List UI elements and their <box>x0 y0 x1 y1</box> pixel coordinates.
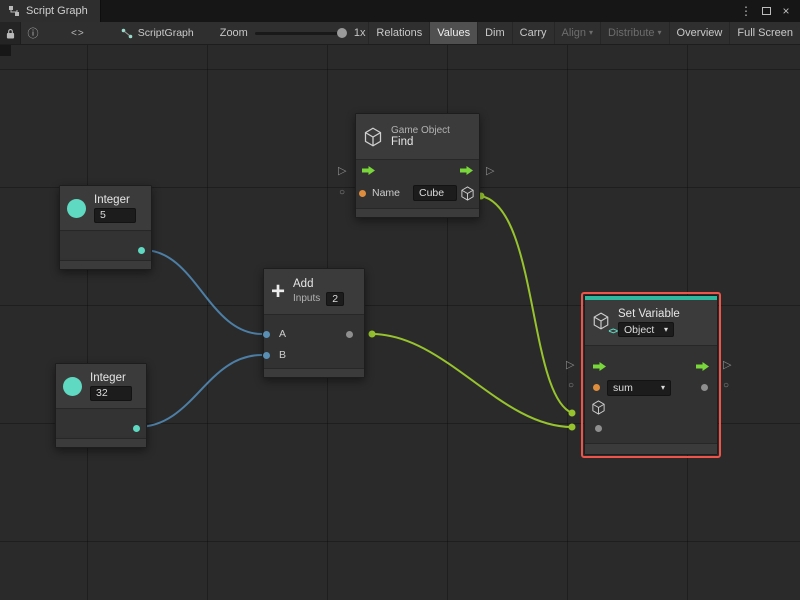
graph-name-label: ScriptGraph <box>137 27 194 39</box>
zoom-slider[interactable] <box>254 22 347 45</box>
edit-script-button[interactable]: <> <box>71 22 85 44</box>
zoom-slider-track[interactable] <box>254 31 347 35</box>
info-button[interactable]: ⓘ <box>21 22 45 44</box>
graph-asset-icon <box>121 28 132 38</box>
inputs-label: Inputs <box>293 293 321 304</box>
window-tab-script-graph[interactable]: Script Graph <box>0 0 101 22</box>
name-input-port[interactable] <box>359 190 366 197</box>
dim-button[interactable]: Dim <box>477 22 512 44</box>
flow-out-port[interactable] <box>460 166 473 175</box>
gameobject-cube-icon <box>364 127 382 146</box>
chevron-down-icon: ▾ <box>589 28 594 37</box>
kebab-menu-icon[interactable]: ⋮ <box>738 3 754 19</box>
node-title: Add <box>293 277 314 290</box>
node-category: Game Object <box>391 125 450 136</box>
info-icon: ⓘ <box>27 28 39 40</box>
lock-button[interactable] <box>0 22 21 44</box>
maximize-icon[interactable] <box>758 3 774 19</box>
value-input-port[interactable] <box>595 425 602 432</box>
port-a-label: A <box>279 328 287 340</box>
node-integer-5[interactable]: Integer 5 <box>59 185 152 270</box>
graph-canvas[interactable]: Integer 5 Integer 32 + Add Inputs 2 A B … <box>0 45 800 600</box>
wire-endpoint <box>368 330 376 338</box>
fullscreen-button[interactable]: Full Screen <box>729 22 800 44</box>
node-title: Integer <box>94 193 130 206</box>
name-value-input[interactable]: Cube <box>413 185 457 201</box>
node-set-variable[interactable]: <> Set Variable Object ▾ sum ▾ <box>584 295 718 455</box>
graph-breadcrumb[interactable]: ScriptGraph <box>121 22 194 44</box>
flow-out-port[interactable] <box>696 362 709 371</box>
close-icon[interactable]: × <box>778 3 794 19</box>
selection-outline: <> Set Variable Object ▾ sum ▾ <box>581 292 721 458</box>
wire-endpoint <box>568 409 576 417</box>
node-title: Set Variable <box>618 308 680 320</box>
flow-in-port[interactable] <box>593 362 606 371</box>
lock-icon <box>6 28 14 38</box>
inputs-count-input[interactable]: 2 <box>326 291 345 306</box>
integer-value-input[interactable]: 5 <box>94 207 136 223</box>
port-b-label: B <box>279 349 287 361</box>
integer-value-input[interactable]: 32 <box>90 385 132 401</box>
flow-in-port[interactable] <box>362 166 375 175</box>
input-port-b[interactable] <box>263 352 270 359</box>
canvas-origin-marker <box>0 45 11 56</box>
script-graph-icon <box>9 6 19 16</box>
set-variable-icon: <> <box>592 312 618 336</box>
input-port-a[interactable] <box>263 331 270 338</box>
node-gameobject-find[interactable]: Game Object Find Name Cube <box>355 113 480 218</box>
values-button[interactable]: Values <box>429 22 478 44</box>
relation-triangle-icon: ▷ <box>338 165 347 177</box>
relation-triangle-icon: ▷ <box>486 165 495 177</box>
variable-scope-dropdown[interactable]: Object ▾ <box>618 322 674 337</box>
relation-triangle-icon: ▷ <box>566 359 575 371</box>
carry-button[interactable]: Carry <box>511 22 554 44</box>
zoom-label: Zoom <box>219 27 248 39</box>
window-tab-title: Script Graph <box>26 5 88 17</box>
wire-integer32-to-add-b[interactable] <box>136 354 263 428</box>
wire-find-to-setvariable[interactable] <box>480 195 573 414</box>
relation-triangle-icon: ▷ <box>723 359 732 371</box>
node-add[interactable]: + Add Inputs 2 A B <box>263 268 365 378</box>
node-integer-32[interactable]: Integer 32 <box>55 363 147 448</box>
wire-endpoint <box>568 423 576 431</box>
relations-button[interactable]: Relations <box>368 22 429 44</box>
code-icon: <> <box>71 27 85 39</box>
gameobject-output-port[interactable] <box>460 186 475 201</box>
chevron-down-icon: ▾ <box>663 324 668 334</box>
relation-circle-icon: ○ <box>339 187 346 198</box>
zoom-slider-handle[interactable] <box>336 27 347 38</box>
integer-literal-icon <box>67 198 86 218</box>
output-port[interactable] <box>138 247 145 254</box>
integer-literal-icon <box>63 376 82 396</box>
distribute-button[interactable]: Distribute ▾ <box>600 22 668 44</box>
variable-name-dropdown[interactable]: sum ▾ <box>607 380 671 396</box>
wire-add-to-setvariable[interactable] <box>371 333 573 428</box>
add-icon: + <box>271 277 286 305</box>
zoom-value: 1x <box>353 27 366 39</box>
node-title: Find <box>391 136 414 148</box>
wire-integer5-to-add-a[interactable] <box>142 249 263 335</box>
relation-circle-icon: ○ <box>568 380 575 391</box>
chevron-down-icon: ▾ <box>660 383 665 392</box>
relation-circle-icon: ○ <box>723 380 730 391</box>
chevron-down-icon: ▾ <box>657 28 662 37</box>
output-port[interactable] <box>133 425 140 432</box>
graph-toolbar: ⓘ <> ScriptGraph Zoom 1x Relations Value… <box>0 22 800 45</box>
overview-button[interactable]: Overview <box>668 22 730 44</box>
title-bar: Script Graph ⋮ × <box>0 0 800 22</box>
align-button[interactable]: Align ▾ <box>553 22 600 44</box>
variable-name-port[interactable] <box>593 384 600 391</box>
node-title: Integer <box>90 371 126 384</box>
output-port-sum[interactable] <box>346 331 353 338</box>
value-output-port[interactable] <box>701 384 708 391</box>
name-port-label: Name <box>372 187 401 199</box>
target-object-port[interactable] <box>591 400 606 415</box>
